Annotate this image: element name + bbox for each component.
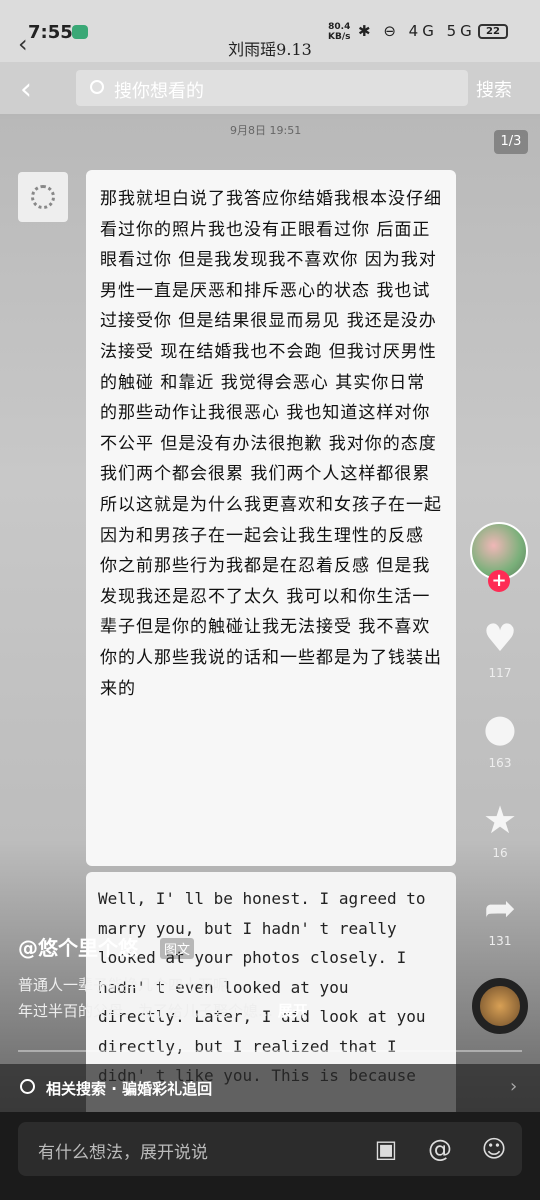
share-icon[interactable]: ➦ [478,886,522,930]
share-count: 131 [488,934,512,948]
emoji-icon[interactable]: ☺ [480,1135,508,1163]
sender-avatar [18,172,68,222]
page-indicator: 1/3 [494,130,528,154]
comment-count: 163 [488,756,512,770]
comment-area: 有什么想法，展开说说 ▣ @ ☺ [0,1112,540,1200]
follow-button[interactable]: + [488,570,510,592]
expand-link[interactable]: 展开 [278,1002,308,1020]
star-icon[interactable]: ★ [478,798,522,842]
chinese-message-bubble: 那我就坦白说了我答应你结婚我根本没仔细看过你的照片我也没有正眼看过你 后面正眼看… [86,170,456,866]
chinese-message-text: 那我就坦白说了我答应你结婚我根本没仔细看过你的照片我也没有正眼看过你 后面正眼看… [100,189,442,699]
loading-spinner-icon [31,185,55,209]
author-name[interactable]: @悠个里个悠 [18,932,138,961]
image-icon[interactable]: ▣ [372,1135,400,1163]
back-icon[interactable]: ‹ [20,72,32,107]
caption-line-1: 普通人一辈子能挣几个四十万呢 [18,976,229,994]
search-icon [20,1079,35,1094]
conversation-title: 刘雨瑶9.13 [228,40,312,59]
progress-bar [18,1050,522,1052]
caption-line-2: 年过半百的父母，为了给儿子娶个媳… 展开 [18,1000,308,1021]
related-search-bar[interactable]: 相关搜索 · 骗婚彩礼追回 › [0,1064,540,1112]
net-speed-value: 80.4 [328,22,351,32]
comment-input[interactable]: 有什么想法，展开说说 ▣ @ ☺ [18,1122,522,1176]
comment-placeholder: 有什么想法，展开说说 [38,1143,208,1163]
search-bar: ‹ 搜你想看的 搜索 [0,62,540,114]
search-icon [90,80,104,94]
caption-line-2-text: 年过半百的父母，为了给儿子娶个媳… [18,1002,274,1020]
comment-icon[interactable]: ● [478,706,522,750]
search-placeholder: 搜你想看的 [114,81,204,102]
heart-icon[interactable]: ♥ [478,616,522,660]
music-disc[interactable] [472,978,528,1034]
status-bar: 7:55 80.4 KB/s ✱ ⊖ 4G 5G 22 ‹ 刘雨瑶9.13 [0,0,540,62]
search-input[interactable]: 搜你想看的 [76,70,468,106]
related-search-text: 相关搜索 · 骗婚彩礼追回 [46,1080,213,1098]
like-count: 117 [488,666,512,680]
image-post-tag: 图文 [160,938,195,959]
search-button[interactable]: 搜索 [476,76,512,102]
chevron-right-icon: › [510,1076,518,1097]
message-timestamp: 9月8日 19:51 [230,124,302,137]
at-icon[interactable]: @ [426,1135,454,1163]
favorite-count: 16 [492,846,508,860]
